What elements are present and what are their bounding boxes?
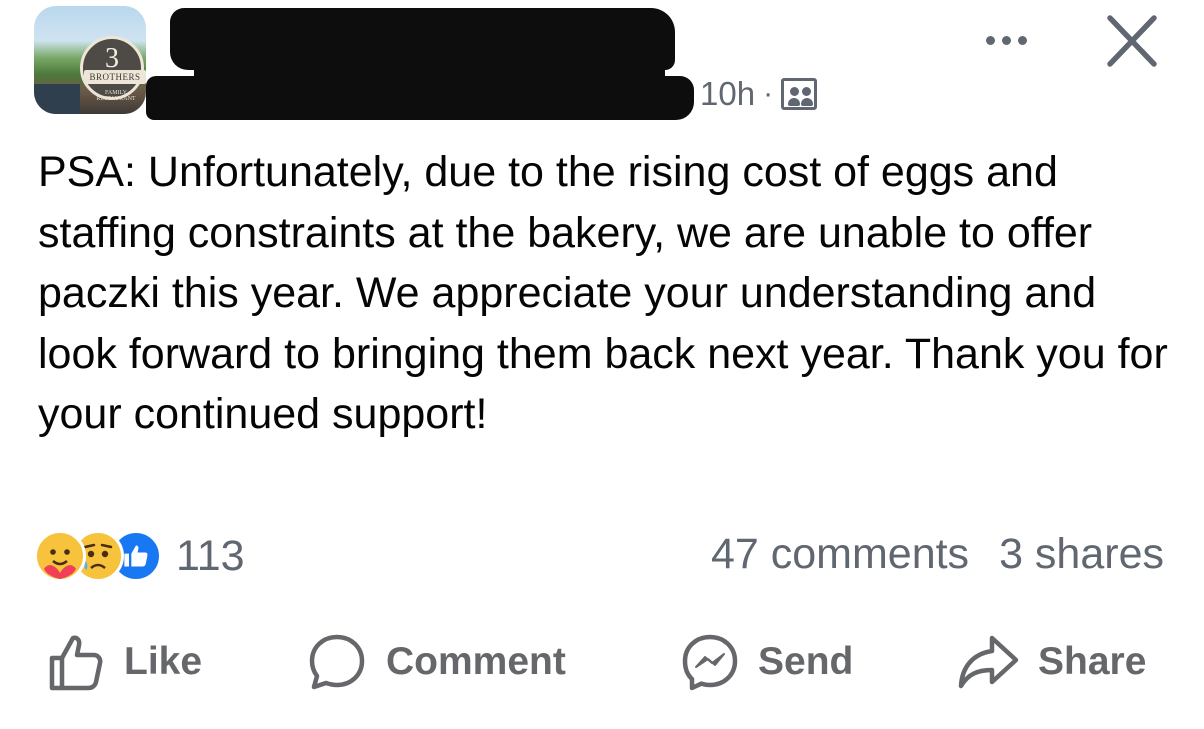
shares-count-link[interactable]: 3 shares [999, 530, 1164, 579]
post-timestamp[interactable]: 10h [700, 75, 755, 113]
facebook-post: 3 BROTHERS FAMILY RESTAURANT 10h · PSA: … [0, 0, 1204, 729]
comment-bubble-icon [309, 634, 365, 690]
like-label: Like [124, 640, 203, 683]
share-label: Share [1038, 640, 1147, 683]
like-button[interactable]: Like [46, 630, 202, 694]
more-dot-icon [1001, 35, 1011, 45]
close-icon [1107, 15, 1157, 67]
thumbs-up-icon [49, 635, 103, 691]
send-button[interactable]: Send [680, 630, 853, 694]
more-dot-icon [985, 35, 995, 45]
storefront-photo [34, 84, 80, 114]
close-button[interactable] [1098, 12, 1166, 70]
share-arrow-icon [958, 635, 1019, 689]
logo-tagline: FAMILY RESTAURANT [96, 90, 136, 102]
group-audience-icon[interactable] [781, 78, 818, 110]
post-action-bar: Like Comment Send Share [0, 630, 1204, 694]
engagement-counts: 47 comments 3 shares [711, 530, 1164, 579]
post-body-text: PSA: Unfortunately, due to the rising co… [38, 148, 1168, 438]
page-avatar[interactable]: 3 BROTHERS FAMILY RESTAURANT [34, 6, 146, 114]
reaction-count: 113 [176, 531, 245, 580]
redacted-page-name[interactable] [170, 8, 675, 82]
messenger-icon [682, 634, 738, 691]
share-button[interactable]: Share [956, 630, 1146, 694]
care-reaction-icon [34, 530, 86, 582]
comment-label: Comment [386, 640, 566, 683]
more-dot-icon [1017, 35, 1027, 45]
reactions-summary[interactable]: 113 [34, 528, 245, 584]
more-options-button[interactable] [976, 20, 1036, 60]
redacted-page-subtitle [146, 76, 694, 120]
logo-brand-text: BROTHERS [84, 70, 146, 84]
post-meta: 10h · [700, 68, 818, 120]
comments-count-link[interactable]: 47 comments [711, 530, 969, 579]
meta-separator: · [763, 77, 774, 110]
send-label: Send [758, 640, 854, 683]
comment-button[interactable]: Comment [306, 630, 566, 694]
